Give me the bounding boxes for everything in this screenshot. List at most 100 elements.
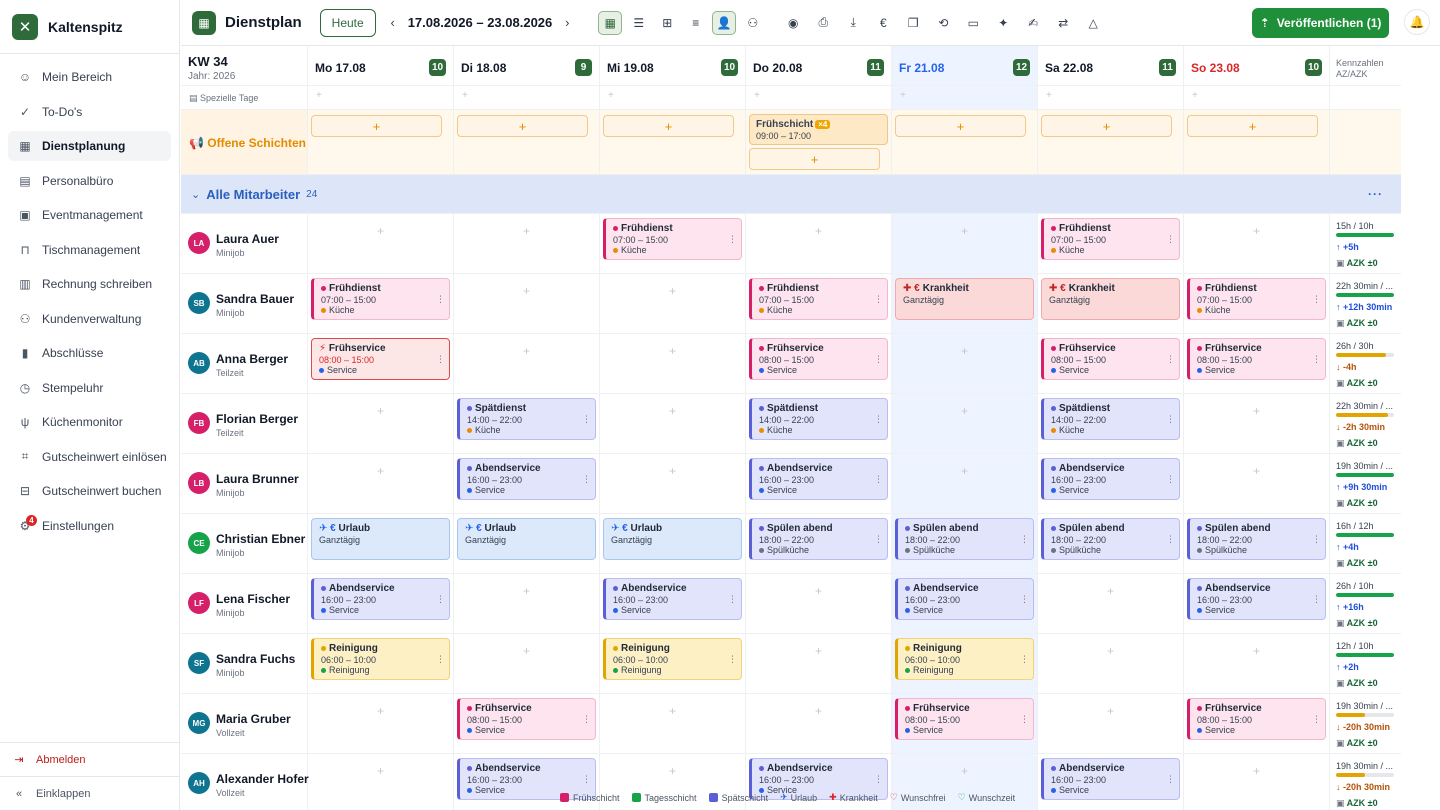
sidebar-item-4[interactable]: ▣ Eventmanagement xyxy=(8,200,171,230)
kebab-icon[interactable]: ⋮ xyxy=(1312,534,1321,545)
shift-cell[interactable]: + xyxy=(600,454,746,513)
shift-card[interactable]: Spülen abend 18:00 – 22:00 Spülküche ⋮ xyxy=(1187,518,1326,560)
sidebar-item-1[interactable]: ✓ To-Do's xyxy=(8,97,171,127)
eye-icon[interactable]: ◉ xyxy=(781,11,805,35)
shift-cell[interactable]: Reinigung 06:00 – 10:00 Reinigung ⋮ xyxy=(600,634,746,693)
shift-card[interactable]: Reinigung 06:00 – 10:00 Reinigung ⋮ xyxy=(603,638,742,680)
shift-cell[interactable]: Abendservice 16:00 – 23:00 Service ⋮ xyxy=(454,454,600,513)
shift-cell[interactable]: + xyxy=(308,394,454,453)
add-shift-icon[interactable]: + xyxy=(454,644,599,658)
shift-cell[interactable]: + xyxy=(600,334,746,393)
shift-cell[interactable]: Abendservice 16:00 – 23:00 Service ⋮ xyxy=(1038,754,1184,810)
shift-cell[interactable]: ✈ € Urlaub Ganztägig xyxy=(454,514,600,573)
shift-cell[interactable]: Spülen abend 18:00 – 22:00 Spülküche ⋮ xyxy=(892,514,1038,573)
today-button[interactable]: Heute xyxy=(319,8,376,37)
employee-cell[interactable]: LA Laura Auer Minijob xyxy=(181,214,308,273)
shift-cell[interactable]: + xyxy=(1184,214,1330,273)
kebab-icon[interactable]: ⋮ xyxy=(874,414,883,425)
more-icon[interactable]: ··· xyxy=(1368,187,1383,201)
add-open-shift-button[interactable]: + xyxy=(1187,115,1318,137)
compact-view-icon[interactable]: ≡ xyxy=(684,11,708,35)
day-header[interactable]: Mi 19.08 10 xyxy=(600,46,746,85)
shift-cell[interactable]: + xyxy=(892,394,1038,453)
add-shift-icon[interactable]: + xyxy=(892,404,1037,418)
shift-cell[interactable]: Spätdienst 14:00 – 22:00 Küche ⋮ xyxy=(1038,394,1184,453)
shift-cell[interactable]: Frühdienst 07:00 – 15:00 Küche ⋮ xyxy=(600,214,746,273)
add-shift-icon[interactable]: + xyxy=(892,464,1037,478)
sidebar-item-2[interactable]: ▦ Dienstplanung xyxy=(8,131,171,161)
kebab-icon[interactable]: ⋮ xyxy=(1166,774,1175,785)
shift-cell[interactable]: Frühdienst 07:00 – 15:00 Küche ⋮ xyxy=(308,274,454,333)
day-header[interactable]: Sa 22.08 11 xyxy=(1038,46,1184,85)
shift-cell[interactable]: Frühdienst 07:00 – 15:00 Küche ⋮ xyxy=(1184,274,1330,333)
add-shift-icon[interactable]: + xyxy=(454,584,599,598)
shift-cell[interactable]: + xyxy=(746,694,892,753)
kebab-icon[interactable]: ⋮ xyxy=(582,714,591,725)
add-shift-icon[interactable]: + xyxy=(600,464,745,478)
sidebar-item-12[interactable]: ⊟ Gutscheinwert buchen xyxy=(8,476,171,506)
employee-cell[interactable]: CE Christian Ebner Minijob xyxy=(181,514,308,573)
shift-cell[interactable]: Abendservice 16:00 – 23:00 Service ⋮ xyxy=(1038,454,1184,513)
add-shift-icon[interactable]: + xyxy=(308,764,453,778)
open-shift-card[interactable]: Frühschicht ×4 09:00 – 17:00 xyxy=(749,114,888,145)
kebab-icon[interactable]: ⋮ xyxy=(874,534,883,545)
shift-cell[interactable]: + xyxy=(1184,454,1330,513)
add-open-shift-button[interactable]: + xyxy=(457,115,588,137)
kebab-icon[interactable]: ⋮ xyxy=(436,654,445,665)
shift-card[interactable]: ✈ € Urlaub Ganztägig xyxy=(311,518,450,560)
add-shift-icon[interactable]: + xyxy=(746,644,891,658)
kebab-icon[interactable]: ⋮ xyxy=(1020,714,1029,725)
sidebar-item-10[interactable]: ψ Küchenmonitor xyxy=(8,407,171,437)
employee-cell[interactable]: SF Sandra Fuchs Minijob xyxy=(181,634,308,693)
sidebar-item-3[interactable]: ▤ Personalbüro xyxy=(8,166,171,196)
add-open-shift-button[interactable]: + xyxy=(603,115,734,137)
add-special-day-icon[interactable]: + xyxy=(462,90,468,101)
shift-cell[interactable]: + xyxy=(454,274,600,333)
shift-cell[interactable]: + xyxy=(308,214,454,273)
employee-cell[interactable]: FB Florian Berger Teilzeit xyxy=(181,394,308,453)
add-shift-icon[interactable]: + xyxy=(1184,224,1329,238)
shift-cell[interactable]: + xyxy=(746,214,892,273)
kebab-icon[interactable]: ⋮ xyxy=(728,594,737,605)
shift-card[interactable]: Abendservice 16:00 – 23:00 Service ⋮ xyxy=(457,458,596,500)
shift-card[interactable]: ✈ € Urlaub Ganztägig xyxy=(603,518,742,560)
shift-cell[interactable]: Abendservice 16:00 – 23:00 Service ⋮ xyxy=(746,454,892,513)
add-open-shift-button[interactable]: + xyxy=(895,115,1026,137)
add-shift-icon[interactable]: + xyxy=(746,224,891,238)
shift-cell[interactable]: + xyxy=(892,214,1038,273)
sidebar-item-5[interactable]: ⊓ Tischmanagement xyxy=(8,235,171,265)
shift-card[interactable]: Frühservice 08:00 – 15:00 Service ⋮ xyxy=(1041,338,1180,380)
shift-cell[interactable]: Frühservice 08:00 – 15:00 Service ⋮ xyxy=(1038,334,1184,393)
employee-cell[interactable]: MG Maria Gruber Vollzeit xyxy=(181,694,308,753)
shift-cell[interactable]: + xyxy=(454,334,600,393)
kebab-icon[interactable]: ⋮ xyxy=(874,774,883,785)
shift-cell[interactable]: ✈ € Urlaub Ganztägig xyxy=(600,514,746,573)
shapes-icon[interactable]: △ xyxy=(1081,11,1105,35)
sidebar-item-9[interactable]: ◷ Stempeluhr xyxy=(8,373,171,403)
add-shift-icon[interactable]: + xyxy=(454,344,599,358)
add-special-day-icon[interactable]: + xyxy=(900,90,906,101)
download-icon[interactable]: ⤓ xyxy=(841,11,865,35)
shift-cell[interactable]: + xyxy=(600,274,746,333)
shift-cell[interactable]: ✈ € Urlaub Ganztägig xyxy=(308,514,454,573)
shift-cell[interactable]: Frühservice 08:00 – 15:00 Service ⋮ xyxy=(892,694,1038,753)
add-special-day-icon[interactable]: + xyxy=(608,90,614,101)
day-header[interactable]: So 23.08 10 xyxy=(1184,46,1330,85)
shift-cell[interactable]: Frühservice 08:00 – 15:00 Service ⋮ xyxy=(746,334,892,393)
add-special-day-icon[interactable]: + xyxy=(1046,90,1052,101)
kebab-icon[interactable]: ⋮ xyxy=(436,594,445,605)
shift-card[interactable]: Spülen abend 18:00 – 22:00 Spülküche ⋮ xyxy=(749,518,888,560)
kebab-icon[interactable]: ⋮ xyxy=(1020,534,1029,545)
shift-cell[interactable]: Frühservice 08:00 – 15:00 Service ⋮ xyxy=(1184,694,1330,753)
person-view-icon[interactable]: 👤 xyxy=(712,10,737,35)
shift-cell[interactable]: Frühdienst 07:00 – 15:00 Küche ⋮ xyxy=(1038,214,1184,273)
kebab-icon[interactable]: ⋮ xyxy=(436,294,445,305)
shift-cell[interactable]: Reinigung 06:00 – 10:00 Reinigung ⋮ xyxy=(308,634,454,693)
special-day-cell[interactable]: + xyxy=(454,86,600,109)
add-special-day-icon[interactable]: + xyxy=(1192,90,1198,101)
shift-card[interactable]: Frühdienst 07:00 – 15:00 Küche ⋮ xyxy=(603,218,742,260)
add-shift-icon[interactable]: + xyxy=(1038,644,1183,658)
chevron-down-icon[interactable]: ⌄ xyxy=(191,188,200,201)
shift-cell[interactable]: Abendservice 16:00 – 23:00 Service ⋮ xyxy=(892,574,1038,633)
special-day-cell[interactable]: + xyxy=(1184,86,1330,109)
